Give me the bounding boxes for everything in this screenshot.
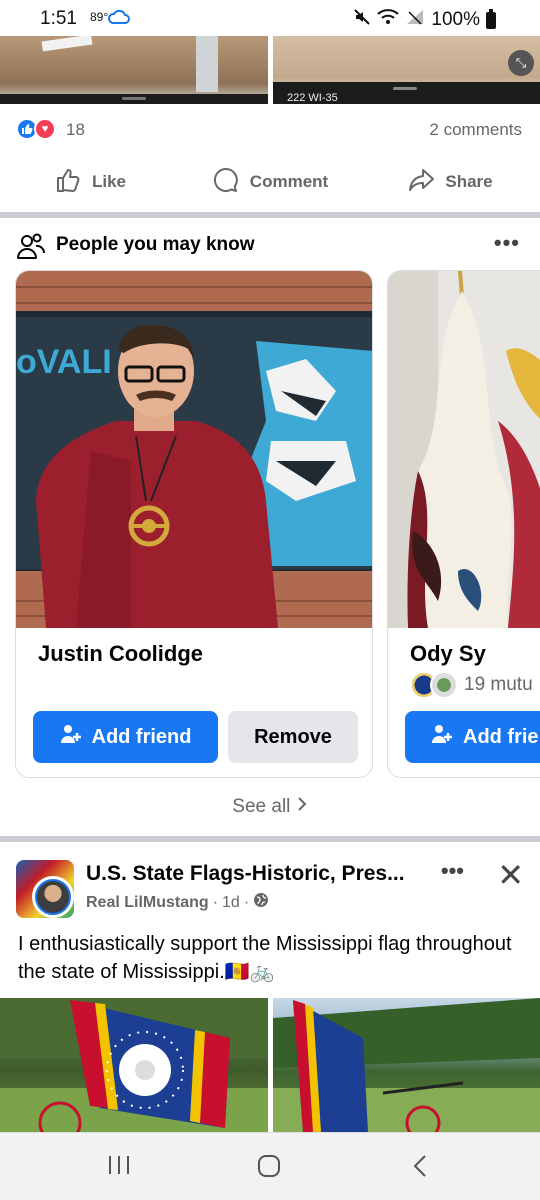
photo-detail [41, 36, 93, 52]
mutual-count: 19 mutu [464, 674, 533, 695]
photo-handle [393, 87, 417, 90]
status-indicators: 100% [353, 8, 496, 32]
post-photo[interactable]: 222 WI-35 ⤡ [273, 36, 540, 104]
comment-bubble-icon [212, 166, 240, 199]
poster-text: oVALI [16, 343, 112, 381]
reaction-count[interactable]: 18 [66, 120, 85, 140]
see-all-label: See all [232, 796, 291, 817]
status-temperature: 89° [90, 10, 109, 24]
signal-icon [405, 8, 425, 32]
meta-separator: · [243, 893, 250, 911]
meta-separator: · [212, 893, 219, 911]
share-label: Share [445, 172, 493, 191]
comment-button[interactable]: Comment [180, 156, 360, 208]
photo-detail [196, 36, 218, 92]
add-friend-button[interactable]: Add friend [33, 711, 218, 763]
share-button[interactable]: Share [360, 156, 540, 208]
globe-icon [253, 892, 269, 913]
system-nav-bar [0, 1132, 540, 1200]
add-person-icon [431, 723, 453, 751]
pymk-card[interactable]: oVALI Justin Coolidge Add friend Remove [15, 270, 373, 778]
post-meta: Real LilMustang · 1d · [86, 892, 269, 913]
reactions-summary[interactable]: ♥ 18 2 comments [0, 110, 540, 148]
group-name[interactable]: U.S. State Flags-Historic, Pres... [86, 862, 412, 886]
back-icon[interactable] [410, 1153, 430, 1186]
mute-icon [353, 8, 371, 32]
photo-handle [122, 97, 146, 100]
expand-icon[interactable]: ⤡ [508, 50, 534, 76]
status-time: 1:51 [40, 8, 77, 29]
add-friend-button[interactable]: Add frie [405, 711, 540, 763]
love-reaction-icon: ♥ [34, 118, 56, 140]
post-text: I enthusiastically support the Mississip… [18, 933, 512, 983]
more-options-icon[interactable]: ••• [494, 230, 520, 256]
cloud-icon [107, 9, 130, 30]
status-bar: 1:51 89° 100% [0, 0, 540, 36]
comment-label: Comment [249, 172, 329, 191]
thumbs-up-icon [54, 166, 82, 199]
reaction-icons: ♥ [16, 118, 56, 140]
profile-photo[interactable]: oVALI [16, 271, 372, 628]
post-photo[interactable] [0, 998, 268, 1132]
pymk-header: People you may know ••• [0, 226, 540, 266]
home-icon[interactable] [256, 1153, 282, 1186]
add-friend-label: Add frie [463, 725, 539, 748]
post-photo[interactable] [0, 36, 268, 104]
add-friend-label: Add friend [91, 725, 192, 748]
like-button[interactable]: Like [0, 156, 180, 208]
author-name[interactable]: Real LilMustang [86, 894, 209, 912]
section-divider [0, 212, 540, 218]
remove-label: Remove [254, 725, 332, 748]
recent-apps-icon[interactable] [106, 1153, 132, 1184]
pymk-card[interactable]: Ody Sy 19 mutu Add frie [387, 270, 540, 778]
people-icon [16, 232, 46, 267]
battery-percent: 100% [431, 9, 480, 30]
person-name[interactable]: Justin Coolidge [38, 641, 203, 667]
author-avatar[interactable] [32, 876, 74, 918]
post-photos[interactable] [0, 998, 540, 1132]
profile-photo[interactable] [388, 271, 540, 628]
photo-sign-text: 222 WI-35 [287, 92, 338, 104]
comments-count[interactable]: 2 comments [429, 120, 522, 140]
previous-post-photos[interactable]: 222 WI-35 ⤡ [0, 36, 540, 104]
remove-button[interactable]: Remove [228, 711, 358, 763]
wifi-icon [377, 8, 400, 32]
post-actions: Like Comment Share [0, 156, 540, 208]
mutual-avatar [430, 671, 458, 699]
post-time[interactable]: 1d [222, 894, 240, 912]
share-arrow-icon [407, 166, 435, 199]
post-header: U.S. State Flags-Historic, Pres... Real … [0, 856, 540, 926]
pymk-title: People you may know [56, 234, 255, 255]
section-divider [0, 836, 540, 842]
person-name[interactable]: Ody Sy [410, 641, 486, 667]
chevron-right-icon [296, 796, 308, 817]
see-all-link[interactable]: See all [0, 796, 540, 818]
battery-icon [486, 8, 496, 29]
post-photo[interactable] [273, 998, 540, 1132]
close-icon[interactable]: ✕ [497, 856, 524, 894]
mutual-friends[interactable]: 19 mutu [410, 671, 533, 699]
add-person-icon [60, 723, 82, 751]
like-label: Like [91, 172, 127, 191]
more-options-icon[interactable]: ••• [441, 858, 464, 884]
